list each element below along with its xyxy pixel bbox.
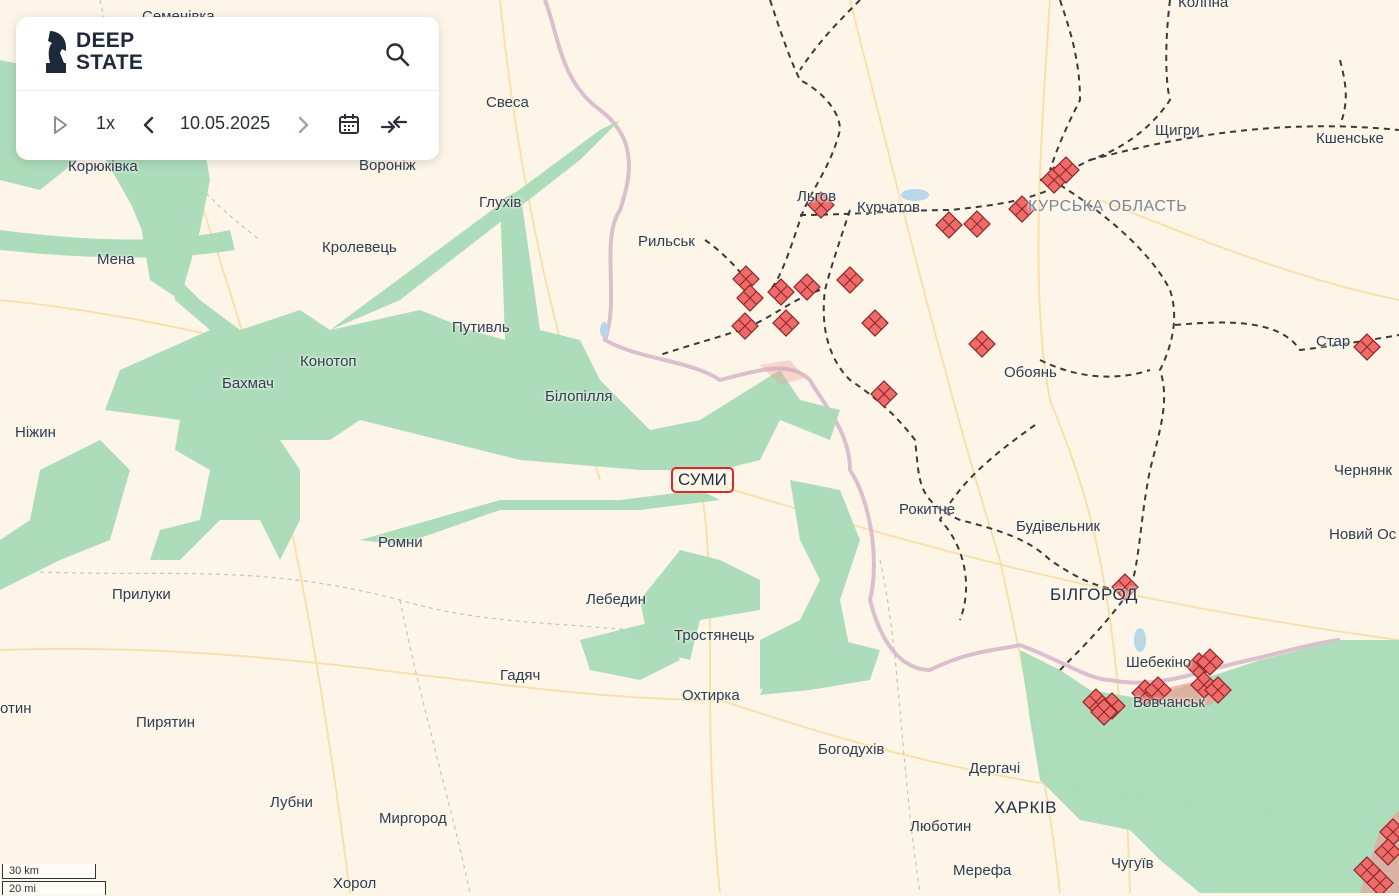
city-label-bilhorod: БІЛГОРОД [1050, 585, 1138, 604]
city-label-bilopillia: Білопілля [545, 388, 613, 405]
attack-marker[interactable] [793, 273, 821, 301]
scale-km: 30 km [2, 864, 96, 879]
logo-line-1: DEEP [76, 29, 135, 52]
city-label-chuhuiv: Чугуїв [1111, 855, 1154, 872]
attack-marker[interactable] [736, 284, 764, 312]
region-label-kursk: КУРСЬКА ОБЛАСТЬ [1028, 198, 1188, 215]
city-label-shebekino: Шебекіно [1126, 654, 1192, 671]
attack-marker[interactable] [836, 266, 864, 294]
railways [659, 0, 1399, 671]
city-label-koriukivka: Корюківка [68, 158, 138, 175]
compare-arrows-icon[interactable] [380, 113, 408, 137]
city-label-lebedyn: Лебедин [586, 591, 646, 608]
search-icon[interactable] [384, 41, 412, 69]
city-label-sumy-selected[interactable]: СУМИ [671, 467, 734, 493]
city-label-chernianka: Чернянк [1334, 462, 1392, 479]
city-label-oboian: Обоянь [1004, 364, 1057, 381]
city-label-liubotyn: Люботин [910, 818, 972, 835]
attack-marker[interactable] [731, 312, 759, 340]
city-label-putyvl: Путивль [452, 319, 510, 336]
logo-text: DEEP STATE [76, 30, 143, 74]
city-label-krolevets: Кролевець [322, 239, 397, 256]
deepstate-logo[interactable]: DEEP STATE [44, 29, 143, 75]
city-label-hadiach: Гадяч [500, 667, 541, 684]
city-label-vovchansk: Вовчанськ [1133, 694, 1205, 711]
knight-logo-icon [46, 31, 66, 73]
city-label-okhtyrka: Охтирка [682, 687, 740, 704]
city-label-lubny: Лубни [270, 794, 313, 811]
city-label-staryi-oskol: Стар [1316, 333, 1351, 350]
city-label-merefa: Мерефа [953, 862, 1012, 879]
map-scale: 30 km 20 mi [0, 862, 108, 895]
city-label-otyn: отин [0, 700, 32, 717]
current-date[interactable]: 10.05.2025 [180, 113, 270, 134]
logo-line-2: STATE [76, 51, 144, 74]
city-label-romny: Ромни [378, 534, 423, 551]
city-label-lgov: Льгов [797, 188, 837, 205]
attack-marker[interactable] [767, 278, 795, 306]
city-label-budivelnyk: Будівельник [1016, 518, 1101, 535]
city-label-nizhyn: Ніжин [15, 424, 56, 441]
city-label-kolpna: Колпна [1178, 0, 1229, 11]
timeline-controls: 1x 10.05.2025 [16, 91, 439, 160]
city-label-konotop: Конотоп [300, 353, 357, 370]
control-panel: DEEP STATE 1x 10.05.2025 [16, 17, 439, 160]
calendar-icon[interactable] [338, 113, 360, 135]
city-label-trostianets: Тростянець [674, 627, 755, 644]
chevron-right-icon[interactable] [296, 115, 310, 135]
speed-button[interactable]: 1x [96, 113, 115, 134]
city-label-kurchatov: Курчатов [857, 199, 920, 216]
attack-marker[interactable] [963, 210, 991, 238]
attack-marker[interactable] [968, 330, 996, 358]
city-label-bohodukhiv: Богодухів [818, 741, 885, 758]
panel-header: DEEP STATE [16, 17, 439, 91]
city-label-rylsk: Рильськ [638, 233, 695, 250]
city-label-pyriatyn: Пирятин [136, 714, 195, 731]
attack-marker[interactable] [732, 265, 760, 293]
city-label-mena: Мена [97, 251, 135, 268]
play-icon[interactable] [52, 115, 68, 135]
attack-marker[interactable] [772, 309, 800, 337]
attack-marker[interactable] [935, 211, 963, 239]
city-label-novyi-oskol: Новий Ос [1329, 526, 1397, 543]
city-label-bakhmach: Бахмач [222, 375, 274, 392]
city-label-kharkiv: ХАРКІВ [994, 798, 1057, 817]
city-label-myrhorod: Миргород [379, 810, 447, 827]
attack-marker[interactable] [861, 309, 889, 337]
city-label-svesa: Свеса [486, 94, 529, 111]
city-label-kshenske: Кшенське [1316, 130, 1384, 147]
city-label-hlukhiv: Глухів [479, 194, 522, 211]
city-label-khorol: Хорол [333, 875, 377, 892]
city-label-rokytne: Рокитне [899, 501, 956, 518]
chevron-left-icon[interactable] [142, 115, 156, 135]
city-label-pryluky: Прилуки [112, 586, 171, 603]
city-label-dergachi: Дергачі [969, 760, 1021, 777]
attack-marker[interactable] [870, 380, 898, 408]
city-label-shchyhry: Щигри [1155, 122, 1200, 139]
